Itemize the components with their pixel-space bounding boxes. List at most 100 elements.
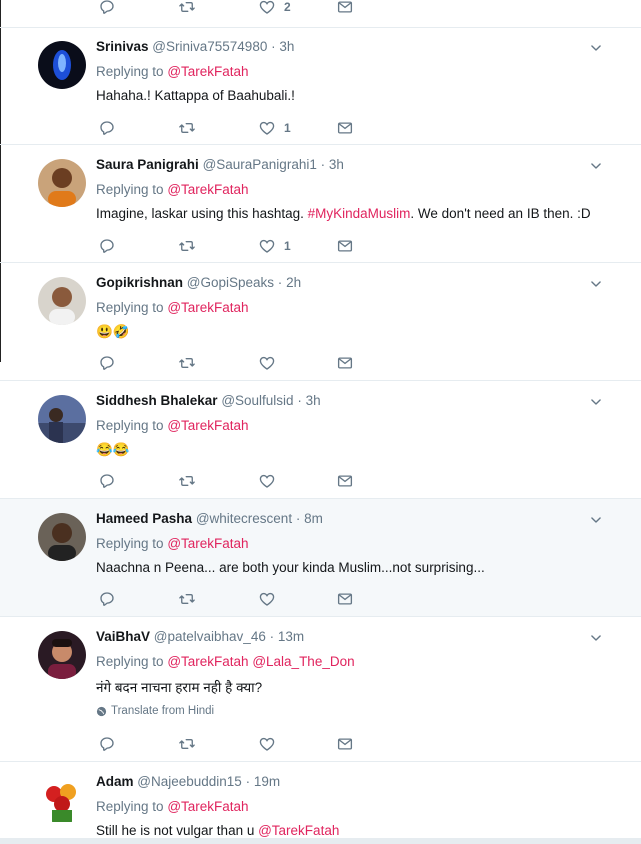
chevron-down-icon[interactable] xyxy=(589,631,603,645)
avatar[interactable] xyxy=(38,41,86,89)
retweet-button[interactable] xyxy=(178,237,196,255)
display-name[interactable]: Srinivas xyxy=(96,39,149,54)
reply-button[interactable] xyxy=(98,119,116,137)
mention-link[interactable]: @TarekFatah xyxy=(167,64,248,79)
like-count: 2 xyxy=(284,0,291,14)
mention-link[interactable]: @TarekFatah xyxy=(167,799,248,814)
like-button[interactable] xyxy=(258,590,284,608)
tweet-header: Adam @Najeebuddin15 · 19m xyxy=(96,774,281,789)
user-handle[interactable]: @Sriniva75574980 xyxy=(152,39,267,54)
mention-link[interactable]: @TarekFatah xyxy=(167,300,248,315)
like-button[interactable]: 1 xyxy=(258,119,291,137)
tweet-siddhesh-bhalekar[interactable]: Siddhesh Bhalekar @Soulfulsid · 3h Reply… xyxy=(0,381,641,499)
display-name[interactable]: Siddhesh Bhalekar xyxy=(96,393,218,408)
reply-button[interactable] xyxy=(98,237,116,255)
avatar[interactable] xyxy=(38,159,86,207)
scroll-edge xyxy=(0,838,641,844)
tweet-vaibhav[interactable]: VaiBhaV @patelvaibhav_46 · 13m Replying … xyxy=(0,617,641,762)
message-button[interactable] xyxy=(336,472,354,490)
reply-button[interactable] xyxy=(98,354,116,372)
reply-button[interactable] xyxy=(98,472,116,490)
mention-link[interactable]: @TarekFatah xyxy=(258,823,339,838)
like-icon xyxy=(258,590,276,608)
action-bar xyxy=(96,472,366,490)
timestamp[interactable]: 3h xyxy=(329,157,344,172)
timestamp[interactable]: 19m xyxy=(254,774,280,789)
hashtag-link[interactable]: #MyKindaMuslim xyxy=(308,206,411,221)
like-button[interactable] xyxy=(258,354,284,372)
user-handle[interactable]: @Soulfulsid xyxy=(221,393,293,408)
action-bar: 1 xyxy=(96,237,366,255)
timestamp[interactable]: 3h xyxy=(306,393,321,408)
user-handle[interactable]: @Najeebuddin15 xyxy=(137,774,242,789)
tweet-hameed-pasha[interactable]: Hameed Pasha @whitecrescent · 8m Replyin… xyxy=(0,499,641,617)
tweet-text: नंगे बदन नाचना हराम नही है क्या? xyxy=(96,680,263,695)
message-button[interactable] xyxy=(336,354,354,372)
timestamp[interactable]: 3h xyxy=(279,39,294,54)
reply-button[interactable] xyxy=(98,735,116,753)
display-name[interactable]: Saura Panigrahi xyxy=(96,157,199,172)
display-name[interactable]: Hameed Pasha xyxy=(96,511,192,526)
mention-link[interactable]: @TarekFatah xyxy=(167,182,248,197)
like-button[interactable] xyxy=(258,472,284,490)
tweet-srinivas[interactable]: Srinivas @Sriniva75574980 · 3h Replying … xyxy=(0,27,641,145)
message-button[interactable] xyxy=(336,735,354,753)
user-handle[interactable]: @GopiSpeaks xyxy=(187,275,274,290)
replying-to: Replying to @TarekFatah xyxy=(96,300,249,315)
retweet-button[interactable] xyxy=(178,590,196,608)
avatar[interactable] xyxy=(38,277,86,325)
reply-button[interactable] xyxy=(98,590,116,608)
previous-tweet-actions: 2 xyxy=(0,0,641,28)
chevron-down-icon[interactable] xyxy=(589,41,603,55)
user-handle[interactable]: @SauraPanigrahi1 xyxy=(203,157,317,172)
replying-to: Replying to @TarekFatah @Lala_The_Don xyxy=(96,654,355,669)
avatar[interactable] xyxy=(38,513,86,561)
mention-link[interactable]: @TarekFatah xyxy=(167,654,248,669)
avatar[interactable] xyxy=(38,395,86,443)
message-button[interactable] xyxy=(336,119,354,137)
tweet-header: Saura Panigrahi @SauraPanigrahi1 · 3h xyxy=(96,157,344,172)
timestamp[interactable]: 2h xyxy=(286,275,301,290)
avatar[interactable] xyxy=(38,776,86,824)
action-bar xyxy=(96,354,366,372)
retweet-button[interactable] xyxy=(178,354,196,372)
retweet-icon xyxy=(178,119,196,137)
chevron-down-icon[interactable] xyxy=(589,395,603,409)
like-count: 1 xyxy=(284,121,291,135)
tweet-saura-panigrahi[interactable]: Saura Panigrahi @SauraPanigrahi1 · 3h Re… xyxy=(0,145,641,263)
like-button[interactable]: 2 xyxy=(258,0,291,16)
chevron-down-icon[interactable] xyxy=(589,159,603,173)
retweet-button[interactable] xyxy=(178,472,196,490)
retweet-icon xyxy=(178,590,196,608)
retweet-button[interactable] xyxy=(178,0,196,16)
like-button[interactable] xyxy=(258,735,284,753)
user-handle[interactable]: @patelvaibhav_46 xyxy=(154,629,266,644)
timestamp[interactable]: 8m xyxy=(304,511,323,526)
retweet-button[interactable] xyxy=(178,735,196,753)
display-name[interactable]: Gopikrishnan xyxy=(96,275,183,290)
like-icon xyxy=(258,472,276,490)
avatar[interactable] xyxy=(38,631,86,679)
message-button[interactable] xyxy=(336,0,354,16)
user-handle[interactable]: @whitecrescent xyxy=(196,511,292,526)
translate-link[interactable]: Translate from Hindi xyxy=(96,705,214,717)
mention-link[interactable]: @TarekFatah xyxy=(167,418,248,433)
mention-link[interactable]: @TarekFatah xyxy=(167,536,248,551)
tweet-text: Still he is not vulgar than u @TarekFata… xyxy=(96,823,340,838)
timestamp[interactable]: 13m xyxy=(278,629,304,644)
display-name[interactable]: Adam xyxy=(96,774,134,789)
chevron-down-icon[interactable] xyxy=(589,277,603,291)
mention-link[interactable]: @Lala_The_Don xyxy=(252,654,354,669)
action-bar xyxy=(96,590,366,608)
retweet-button[interactable] xyxy=(178,119,196,137)
tweet-adam[interactable]: Adam @Najeebuddin15 · 19m Replying to @T… xyxy=(0,762,641,838)
tweet-gopikrishnan[interactable]: Gopikrishnan @GopiSpeaks · 2h Replying t… xyxy=(0,263,641,381)
display-name[interactable]: VaiBhaV xyxy=(96,629,150,644)
message-icon xyxy=(336,735,354,753)
like-button[interactable]: 1 xyxy=(258,237,291,255)
tweet-header: Gopikrishnan @GopiSpeaks · 2h xyxy=(96,275,302,290)
message-button[interactable] xyxy=(336,237,354,255)
message-button[interactable] xyxy=(336,590,354,608)
chevron-down-icon[interactable] xyxy=(589,513,603,527)
reply-button[interactable] xyxy=(98,0,116,16)
